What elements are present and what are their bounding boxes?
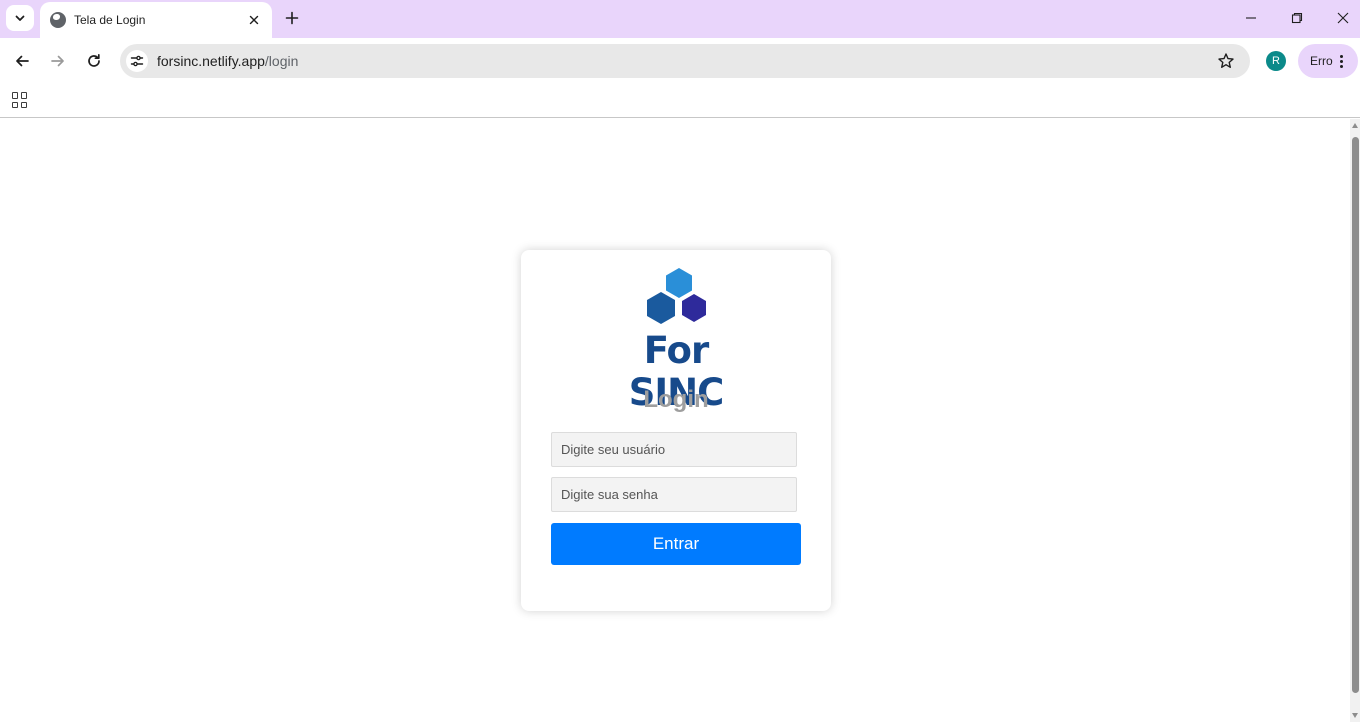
scroll-down-arrow-icon[interactable] xyxy=(1352,713,1358,718)
tune-icon xyxy=(130,55,144,67)
reload-icon xyxy=(88,53,100,67)
login-heading: Login xyxy=(643,386,709,413)
arrow-left-icon xyxy=(16,55,29,67)
scroll-up-arrow-icon[interactable] xyxy=(1352,123,1358,128)
site-info-button[interactable] xyxy=(126,50,148,72)
login-card: For SINC Login Entrar xyxy=(521,250,831,611)
back-button[interactable] xyxy=(8,47,36,75)
chevron-down-icon xyxy=(15,15,25,21)
tab-title: Tela de Login xyxy=(74,13,146,27)
password-input[interactable] xyxy=(551,477,797,512)
tab-close-button[interactable] xyxy=(246,12,262,28)
close-icon xyxy=(249,15,259,25)
submit-button[interactable]: Entrar xyxy=(551,523,801,565)
url-host: forsinc.netlify.app xyxy=(157,53,265,69)
more-vert-icon xyxy=(1339,54,1343,68)
page-scrollbar[interactable] xyxy=(1350,119,1360,722)
url-text: forsinc.netlify.app/login xyxy=(157,53,298,69)
page-content: For SINC Login Entrar xyxy=(0,119,1350,722)
scrollbar-thumb[interactable] xyxy=(1352,137,1359,693)
bookmark-star-button[interactable] xyxy=(1216,51,1236,71)
star-icon xyxy=(1218,53,1234,68)
minimize-button[interactable] xyxy=(1228,0,1274,36)
forsinc-logo: For SINC xyxy=(591,266,761,414)
forward-button[interactable] xyxy=(44,47,72,75)
new-tab-button[interactable] xyxy=(280,6,304,30)
plus-icon xyxy=(285,11,299,25)
toolbar: forsinc.netlify.app/login R Erro xyxy=(0,38,1360,84)
reload-button[interactable] xyxy=(80,47,108,75)
url-path: /login xyxy=(264,53,299,69)
restore-icon xyxy=(1291,12,1303,24)
apps-grid-icon[interactable] xyxy=(10,90,30,110)
globe-icon xyxy=(50,12,66,28)
hexagon-logo-icon xyxy=(647,268,706,324)
tab-active[interactable]: Tela de Login xyxy=(40,2,272,38)
close-icon xyxy=(1337,12,1349,24)
minimize-icon xyxy=(1246,17,1256,19)
address-bar[interactable]: forsinc.netlify.app/login xyxy=(120,44,1250,78)
window-close-button[interactable] xyxy=(1320,0,1360,36)
username-input[interactable] xyxy=(551,432,797,467)
error-label: Erro xyxy=(1310,54,1333,68)
arrow-right-icon xyxy=(51,55,64,67)
error-menu-button[interactable]: Erro xyxy=(1298,44,1358,78)
bookmarks-bar xyxy=(0,84,1360,118)
tab-search-button[interactable] xyxy=(6,5,34,31)
profile-avatar[interactable]: R xyxy=(1266,51,1286,71)
tab-strip: Tela de Login xyxy=(0,0,1360,38)
restore-button[interactable] xyxy=(1274,0,1320,36)
